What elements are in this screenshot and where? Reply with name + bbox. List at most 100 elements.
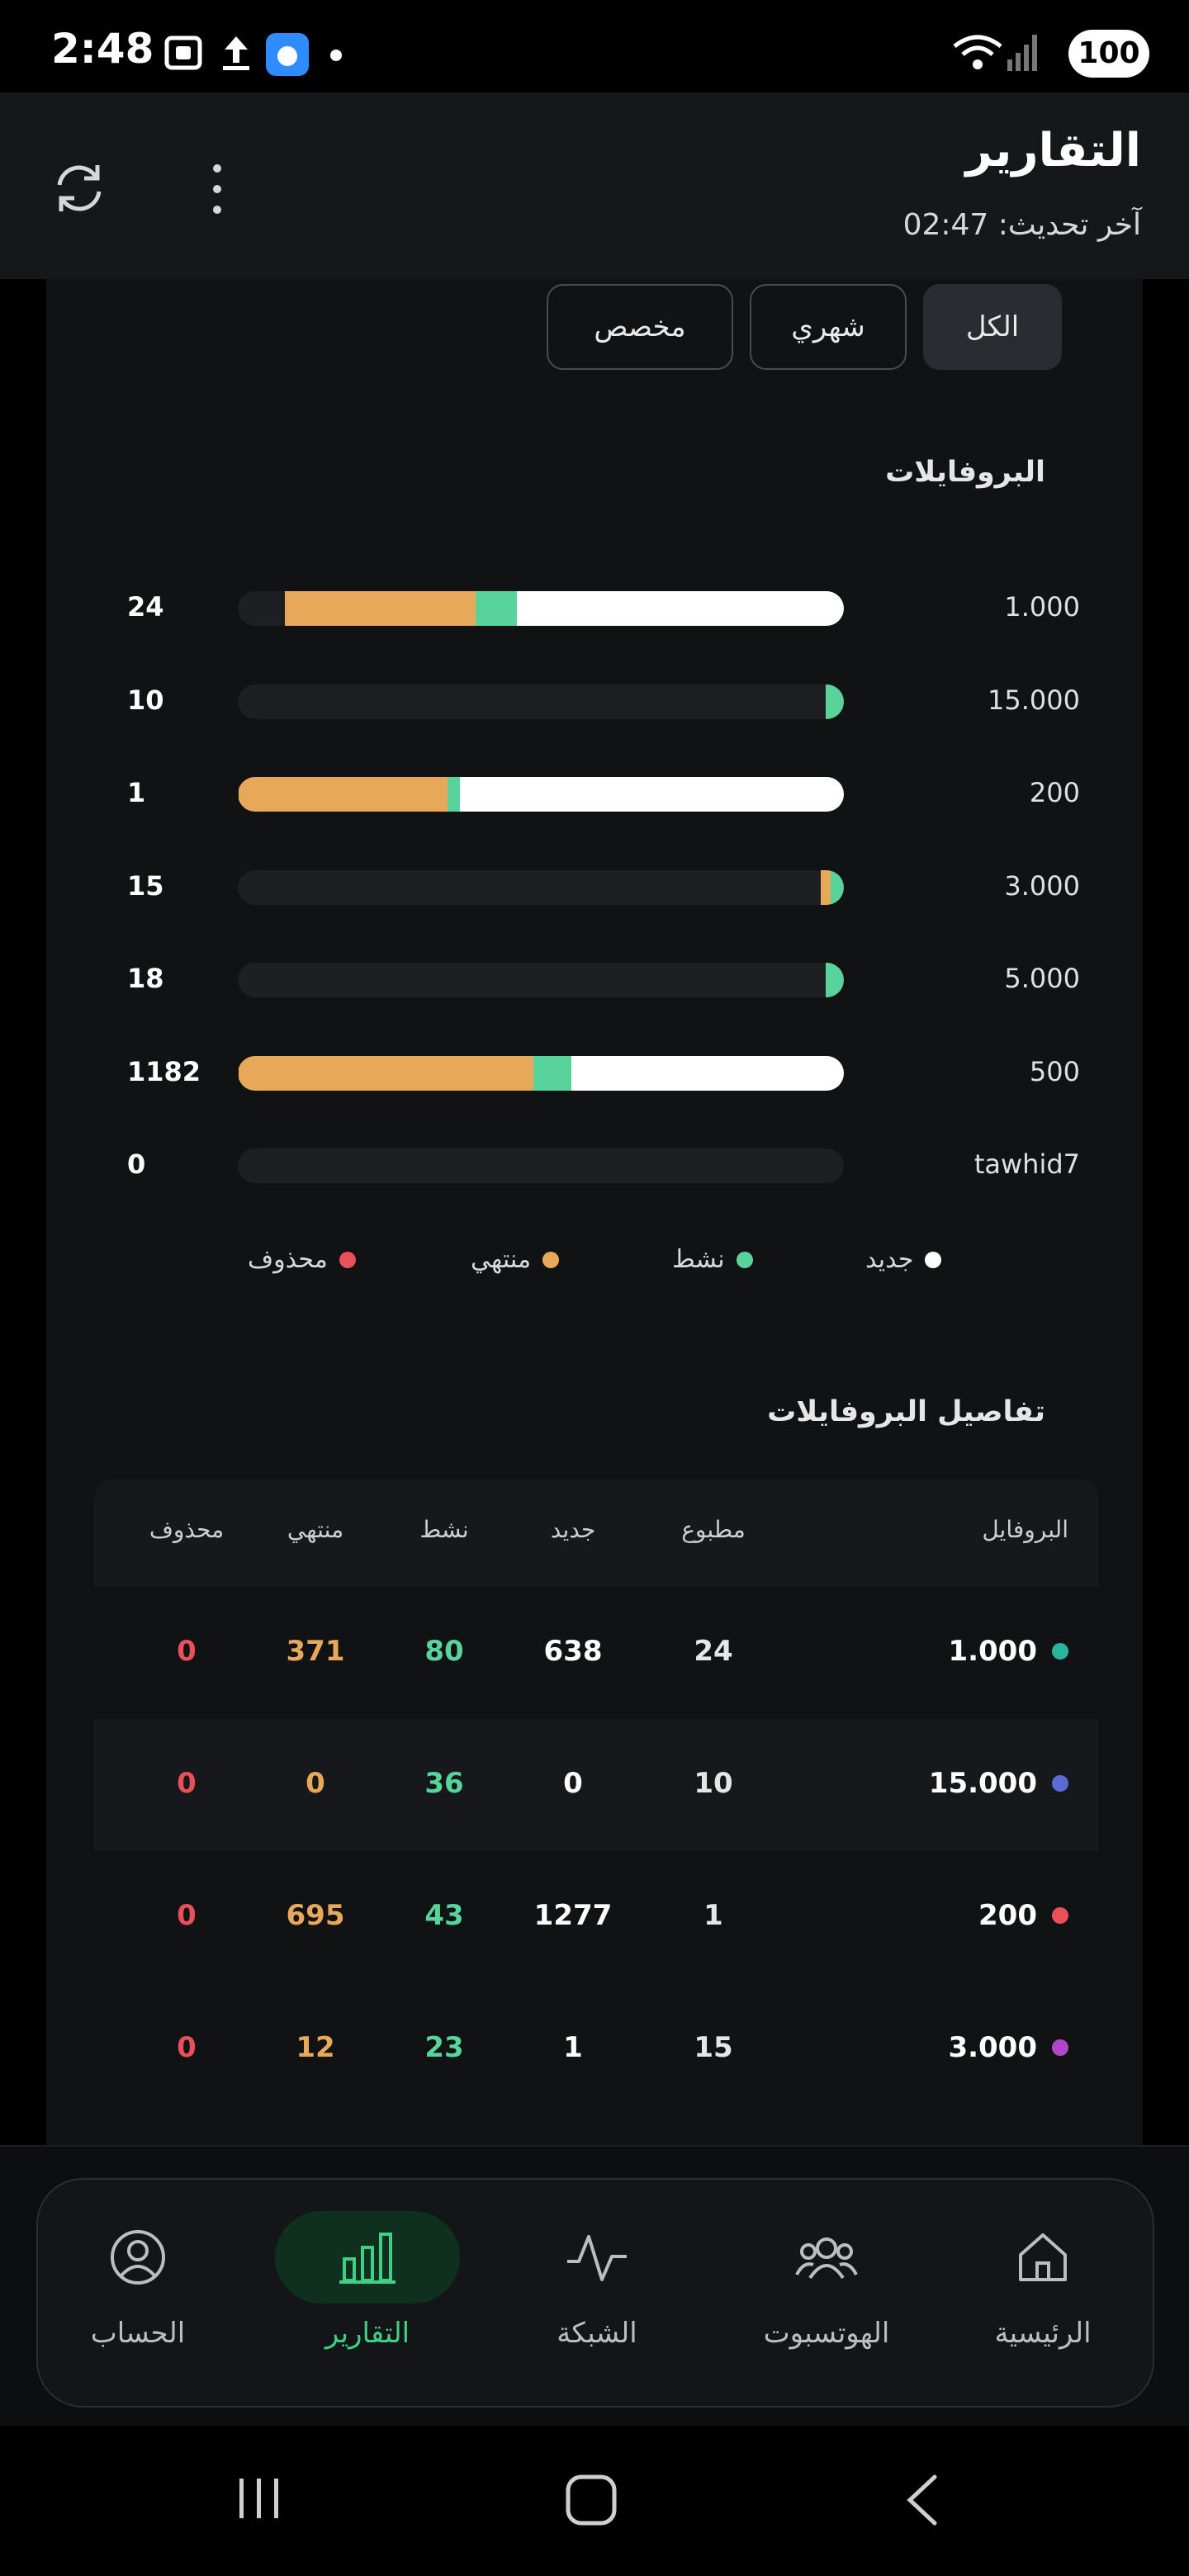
th-expired: منتهي xyxy=(287,1516,344,1543)
profile-color-dot xyxy=(1052,1775,1068,1792)
chart-icon xyxy=(275,2211,460,2304)
table-header: البروفايل مطبوع جديد نشط منتهي محذوف xyxy=(94,1480,1098,1587)
cell-expired: 12 xyxy=(296,2031,335,2064)
bar-segment-new xyxy=(460,777,844,812)
profile-bar-row: 1 200 xyxy=(46,770,1143,820)
th-profile: البروفايل xyxy=(982,1516,1068,1543)
profile-bar-name: tawhid7 xyxy=(973,1148,1080,1180)
refresh-icon[interactable] xyxy=(50,159,109,218)
cell-printed: 24 xyxy=(694,1635,733,1668)
profile-bar-count: 15 xyxy=(127,870,164,902)
nav-reports[interactable]: التقارير xyxy=(264,2180,471,2409)
table-row[interactable]: 1.000 24 638 80 371 0 xyxy=(94,1587,1098,1719)
profile-bar-row: 24 1.000 xyxy=(46,585,1143,634)
bar-segment-new xyxy=(517,591,844,626)
profile-bar-name: 1.000 xyxy=(1004,591,1080,623)
profile-bar-track xyxy=(238,870,844,905)
users-icon xyxy=(734,2211,919,2304)
row-profile-cell: 1.000 xyxy=(948,1635,1068,1668)
cell-active: 80 xyxy=(424,1635,464,1668)
legend-label-expired: منتهي xyxy=(471,1245,532,1274)
profile-bar-name: 500 xyxy=(1029,1056,1080,1087)
profiles-section-title: البروفايلات xyxy=(885,456,1045,489)
bar-segment-active xyxy=(533,1056,571,1091)
profile-bar-name: 200 xyxy=(1029,777,1080,808)
profile-color-dot xyxy=(1052,1643,1068,1660)
recent-apps-icon[interactable] xyxy=(234,2474,284,2523)
legend-item-new: جديد xyxy=(865,1245,942,1274)
profile-bar-name: 3.000 xyxy=(1004,870,1080,902)
bar-segment-active xyxy=(826,684,844,719)
nav-home-label: الرئيسية xyxy=(994,2317,1092,2350)
profile-bar-row: 1182 500 xyxy=(46,1049,1143,1099)
th-printed: مطبوع xyxy=(681,1516,746,1543)
nav-account[interactable]: الحساب xyxy=(35,2180,241,2409)
chart-legend: جديد نشط منتهي محذوف xyxy=(46,1245,1143,1295)
filter-monthly-label: شهري xyxy=(791,310,865,343)
table-row[interactable]: 3.000 15 1 23 12 0 xyxy=(94,1983,1098,2115)
status-bar: 2:48 100 xyxy=(0,0,1189,92)
legend-label-active: نشط xyxy=(672,1245,725,1274)
filter-all-button[interactable]: الكل xyxy=(923,284,1062,370)
back-icon[interactable] xyxy=(903,2474,941,2526)
bottom-nav: الرئيسية الهوتسبوت الشبكة التقارير الحسا… xyxy=(0,2145,1189,2426)
home-button-icon[interactable] xyxy=(565,2474,618,2526)
profile-bar-count: 1 xyxy=(127,777,146,808)
profile-color-dot xyxy=(1052,1907,1068,1924)
cell-new: 1 xyxy=(563,2031,583,2064)
page-title: التقارير xyxy=(965,124,1141,178)
bar-segment-active xyxy=(826,963,844,997)
profile-bar-count: 0 xyxy=(127,1148,146,1180)
row-profile-name: 15.000 xyxy=(928,1767,1037,1800)
cell-active: 36 xyxy=(424,1767,464,1800)
legend-dot-active xyxy=(736,1251,753,1268)
status-time: 2:48 xyxy=(51,25,154,73)
more-options-icon[interactable] xyxy=(205,162,230,216)
bar-segment-active xyxy=(476,591,517,626)
cell-printed: 15 xyxy=(694,2031,733,2064)
nav-hotspot[interactable]: الهوتسبوت xyxy=(723,2180,930,2409)
wifi-icon xyxy=(953,35,1002,69)
filter-monthly-button[interactable]: شهري xyxy=(750,284,907,370)
reports-panel: الكل شهري مخصص البروفايلات 24 1.000 10 15.0… xyxy=(46,279,1143,2145)
cell-active: 23 xyxy=(424,2031,464,2064)
profile-bar-row: 0 tawhid7 xyxy=(46,1142,1143,1191)
notification-dot-icon xyxy=(330,50,342,61)
filter-custom-button[interactable]: مخصص xyxy=(547,284,733,370)
legend-item-expired: منتهي xyxy=(471,1245,560,1274)
nav-pill: الرئيسية الهوتسبوت الشبكة التقارير الحسا… xyxy=(36,2178,1154,2408)
profile-bar-name: 5.000 xyxy=(1004,963,1080,994)
table-row[interactable]: 15.000 10 0 36 0 0 xyxy=(94,1719,1098,1851)
nav-network[interactable]: الشبكة xyxy=(494,2180,700,2409)
profile-color-dot xyxy=(1052,2039,1068,2056)
battery-indicator: 100 xyxy=(1068,30,1149,78)
th-active: نشط xyxy=(419,1516,469,1543)
table-row[interactable]: 200 1 1277 43 695 0 xyxy=(94,1851,1098,1983)
legend-dot-deleted xyxy=(339,1251,356,1268)
legend-item-active: نشط xyxy=(672,1245,753,1274)
app-header: التقارير آخر تحديث: 02:47 xyxy=(0,92,1189,279)
profile-bar-track xyxy=(238,684,844,719)
filter-custom-label: مخصص xyxy=(594,310,686,343)
cell-new: 1277 xyxy=(533,1899,613,1932)
screenshot-icon xyxy=(164,36,202,70)
filter-all-label: الكل xyxy=(965,310,1020,343)
legend-label-deleted: محذوف xyxy=(248,1245,328,1274)
row-profile-cell: 200 xyxy=(978,1899,1068,1932)
cell-printed: 10 xyxy=(694,1767,733,1800)
cell-expired: 0 xyxy=(306,1767,325,1800)
bar-segment-active xyxy=(831,870,844,905)
profile-bar-track xyxy=(238,1056,844,1091)
last-update-text: آخر تحديث: 02:47 xyxy=(902,208,1141,242)
cell-expired: 371 xyxy=(286,1635,345,1668)
th-deleted: محذوف xyxy=(149,1516,225,1543)
upload-icon xyxy=(223,36,249,70)
nav-home[interactable]: الرئيسية xyxy=(940,2180,1146,2409)
bar-segment-expired xyxy=(821,870,831,905)
row-profile-name: 1.000 xyxy=(948,1635,1037,1668)
bar-segment-new xyxy=(571,1056,844,1091)
profile-bar-count: 24 xyxy=(127,591,164,623)
profile-bar-count: 1182 xyxy=(127,1056,201,1087)
legend-label-new: جديد xyxy=(865,1245,914,1274)
profile-bar-track xyxy=(238,591,844,626)
